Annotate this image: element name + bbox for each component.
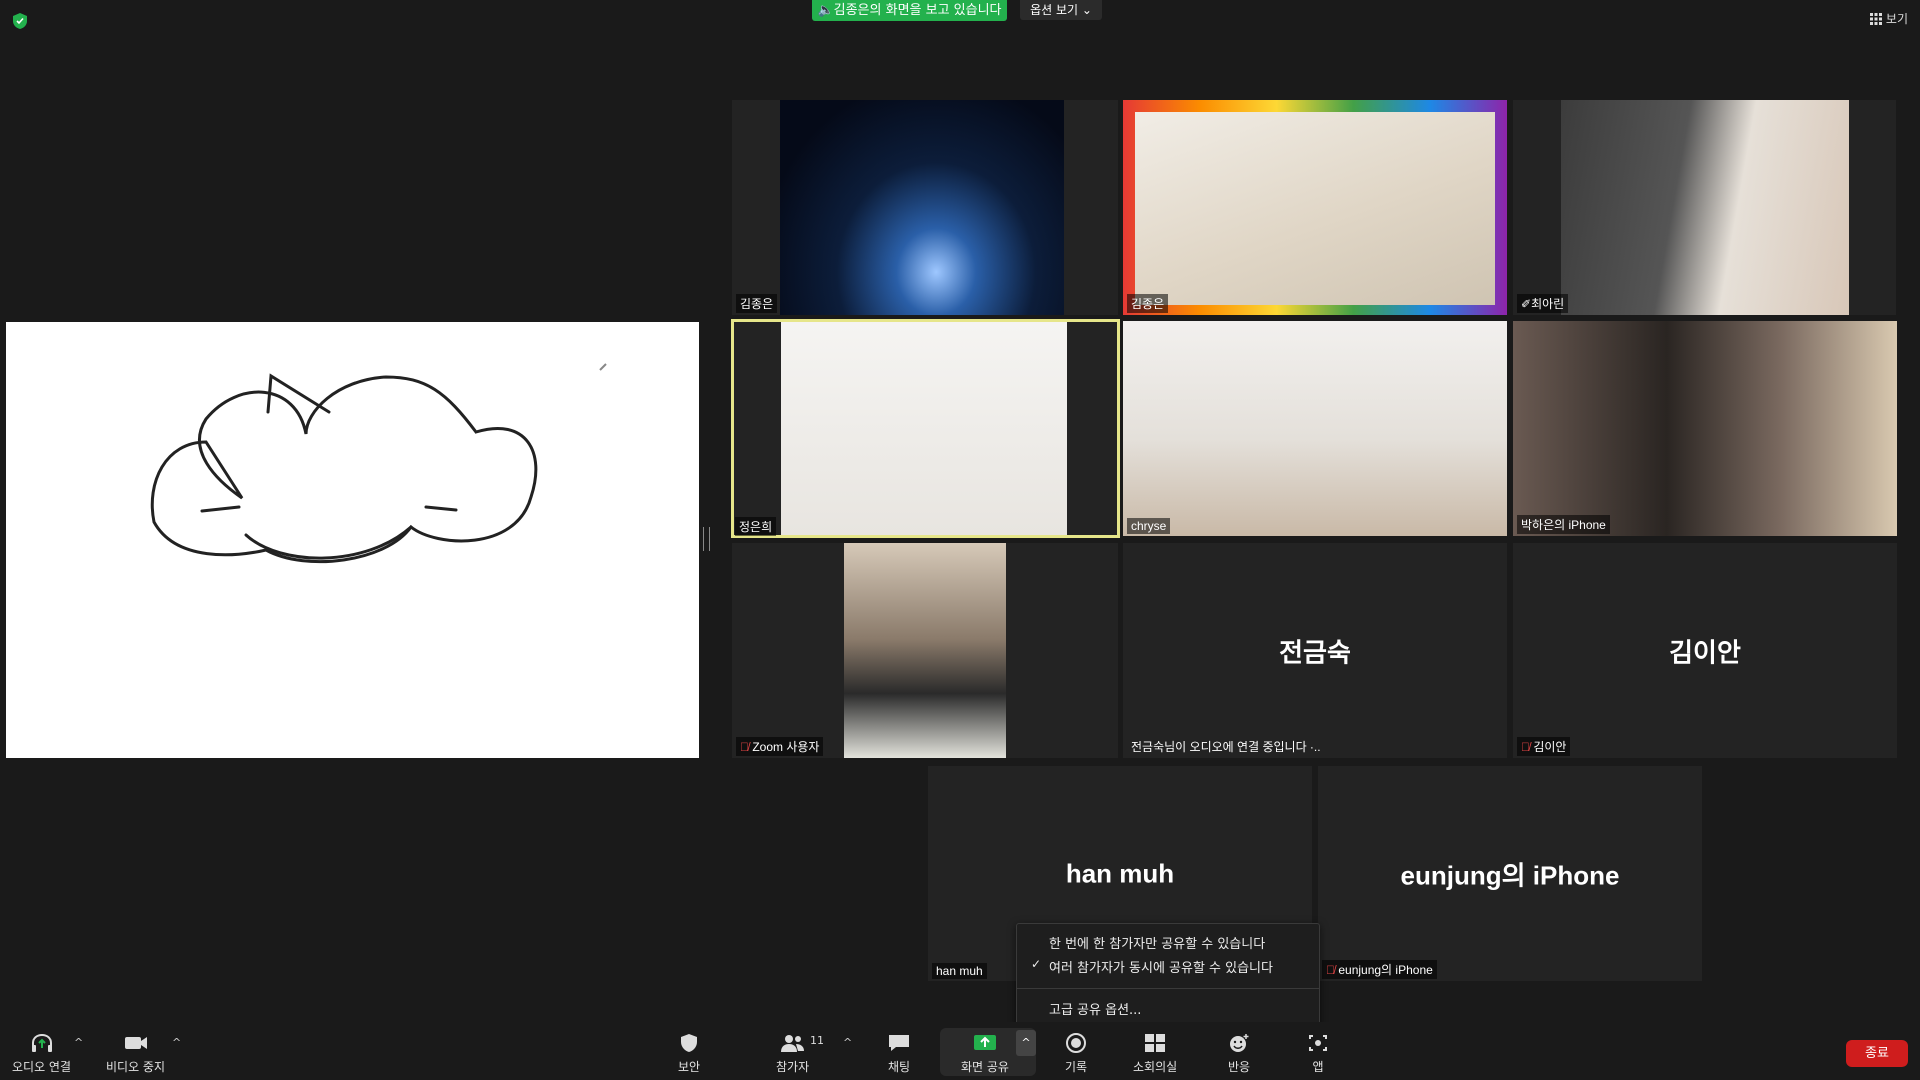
share-options-caret-icon[interactable]: ^ — [1016, 1030, 1036, 1056]
participant-name-with-icon: 🎙̸ 김이안 — [1517, 737, 1571, 756]
apps-button[interactable]: 앱 — [1305, 1032, 1331, 1075]
video-tile-no-video[interactable]: 전금숙 전금숙님이 오디오에 연결 중입니다 ·.. — [1123, 543, 1507, 758]
muted-mic-icon: 🎙̸ — [1521, 740, 1530, 754]
breakout-rooms-button[interactable]: 소회의실 — [1133, 1032, 1177, 1075]
muted-mic-icon: 🎙̸ — [740, 740, 749, 754]
participant-display-name: eunjung의 iPhone — [1400, 860, 1620, 890]
chat-label: 채팅 — [887, 1060, 911, 1074]
view-label: 보기 — [1885, 12, 1908, 26]
participant-display-name: 전금숙 — [1279, 637, 1351, 667]
menu-item-advanced-sharing[interactable]: 고급 공유 옵션... — [1049, 999, 1141, 1018]
participant-name: han muh — [932, 963, 987, 979]
muted-mic-icon: 🎙̸ — [1326, 963, 1335, 977]
audio-label: 오디오 연결 — [12, 1060, 72, 1074]
participants-options-caret-icon[interactable]: ^ — [843, 1036, 852, 1049]
chat-bubble-icon — [889, 1035, 909, 1051]
participant-display-name: 김이안 — [1669, 637, 1741, 667]
participant-name: 김종은 — [736, 294, 778, 313]
video-feed — [1513, 321, 1897, 536]
video-tile-no-video[interactable]: eunjung의 iPhone 🎙̸ eunjung의 iPhone — [1318, 766, 1702, 981]
video-feed — [781, 322, 1067, 535]
share-screen-icon — [973, 1035, 996, 1050]
audio-options-caret-icon[interactable]: ^ — [74, 1036, 83, 1049]
video-tile-no-video[interactable]: 김이안 🎙̸ 김이안 — [1513, 543, 1897, 758]
video-tile[interactable]: 박하은의 iPhone — [1513, 321, 1897, 536]
reactions-button[interactable]: 반응 — [1226, 1032, 1252, 1075]
menu-item-one-participant[interactable]: 한 번에 한 참가자만 공유할 수 있습니다 — [1049, 933, 1265, 952]
pencil-icon — [599, 363, 607, 371]
video-tile-active-speaker[interactable]: 정은희 — [731, 319, 1120, 538]
security-label: 보안 — [677, 1060, 701, 1074]
participant-name: 김이안 — [1533, 740, 1567, 754]
participants-icon — [780, 1035, 804, 1052]
apps-icon — [1309, 1035, 1327, 1051]
video-feed — [1123, 321, 1507, 536]
speaker-icon: 🔈 — [817, 3, 834, 18]
shield-icon — [681, 1034, 697, 1052]
video-camera-icon — [124, 1037, 147, 1049]
share-banner-text: 김종은의 화면을 보고 있습니다 — [833, 3, 1002, 18]
participants-count: 11 — [810, 1034, 824, 1047]
chevron-down-icon: ⌄ — [1081, 3, 1092, 17]
view-options-button[interactable]: 옵션 보기 ⌄ — [1020, 0, 1102, 20]
video-tile[interactable]: 🎙̸ Zoom 사용자 — [732, 543, 1118, 758]
record-icon — [1066, 1033, 1086, 1053]
shared-whiteboard[interactable] — [6, 322, 699, 758]
muted-mic-icon: ✐ — [1521, 297, 1532, 311]
participants-label: 참가자 — [776, 1060, 810, 1074]
participant-display-name: han muh — [1065, 858, 1175, 888]
video-feed — [780, 100, 1064, 315]
record-label: 기록 — [1064, 1060, 1088, 1074]
participant-name-with-icon: ✐최아린 — [1517, 294, 1569, 313]
video-options-caret-icon[interactable]: ^ — [172, 1036, 181, 1049]
participant-name: 정은희 — [735, 517, 777, 536]
split-resize-handle[interactable] — [703, 527, 710, 551]
video-feed — [1561, 100, 1849, 315]
checkmark-icon: ✓ — [1031, 957, 1042, 971]
reaction-smiley-icon — [1230, 1034, 1249, 1052]
participant-name: eunjung의 iPhone — [1338, 963, 1433, 977]
menu-divider — [1017, 988, 1319, 989]
participant-name-with-icon: 🎙̸ Zoom 사용자 — [736, 737, 824, 756]
video-feed — [1135, 112, 1495, 305]
menu-item-multiple-participants[interactable]: 여러 참가자가 동시에 공유할 수 있습니다 — [1049, 957, 1273, 976]
record-button[interactable]: 기록 — [1063, 1032, 1089, 1075]
video-tile[interactable]: 김종은 — [732, 100, 1118, 315]
end-meeting-button[interactable]: 종료 — [1846, 1040, 1908, 1067]
share-options-menu: 한 번에 한 참가자만 공유할 수 있습니다 ✓ 여러 참가자가 동시에 공유할… — [1016, 923, 1320, 1027]
participant-name: 박하은의 iPhone — [1517, 515, 1610, 534]
apps-label: 앱 — [1312, 1060, 1324, 1074]
view-options-label: 옵션 보기 — [1030, 3, 1079, 17]
video-feed — [844, 543, 1006, 758]
screen-share-banner: 🔈김종은의 화면을 보고 있습니다 — [812, 0, 1007, 21]
video-tile[interactable]: chryse — [1123, 321, 1507, 536]
participant-name: 최아린 — [1531, 297, 1565, 311]
breakout-grid-icon — [1145, 1034, 1166, 1052]
security-shield-icon[interactable] — [12, 12, 28, 30]
participant-status: 전금숙님이 오디오에 연결 중입니다 ·.. — [1131, 740, 1321, 754]
audio-button[interactable]: 오디오 연결 — [12, 1032, 71, 1075]
video-label: 비디오 중지 — [106, 1060, 166, 1074]
headphone-icon — [31, 1033, 52, 1052]
breakout-label: 소회의실 — [1133, 1060, 1178, 1074]
share-screen-button[interactable]: 화면 공유 — [961, 1032, 1009, 1075]
participant-name: chryse — [1127, 518, 1171, 534]
video-tile[interactable]: 김종은 — [1123, 100, 1507, 315]
video-button[interactable]: 비디오 중지 — [106, 1032, 165, 1075]
share-label: 화면 공유 — [961, 1060, 1009, 1074]
view-button[interactable]: 보기 — [1869, 10, 1908, 27]
participant-name: 김종은 — [1127, 294, 1169, 313]
participants-button[interactable]: 참가자 — [776, 1032, 809, 1075]
grid-icon — [1869, 12, 1882, 25]
participant-name-with-icon: 🎙̸ eunjung의 iPhone — [1322, 960, 1437, 979]
security-button[interactable]: 보안 — [676, 1032, 702, 1075]
whiteboard-drawing — [150, 363, 607, 564]
chat-button[interactable]: 채팅 — [886, 1032, 912, 1075]
reactions-label: 반응 — [1227, 1060, 1251, 1074]
participant-name: Zoom 사용자 — [752, 740, 820, 754]
video-tile[interactable]: ✐최아린 — [1513, 100, 1896, 315]
end-label: 종료 — [1865, 1046, 1889, 1061]
